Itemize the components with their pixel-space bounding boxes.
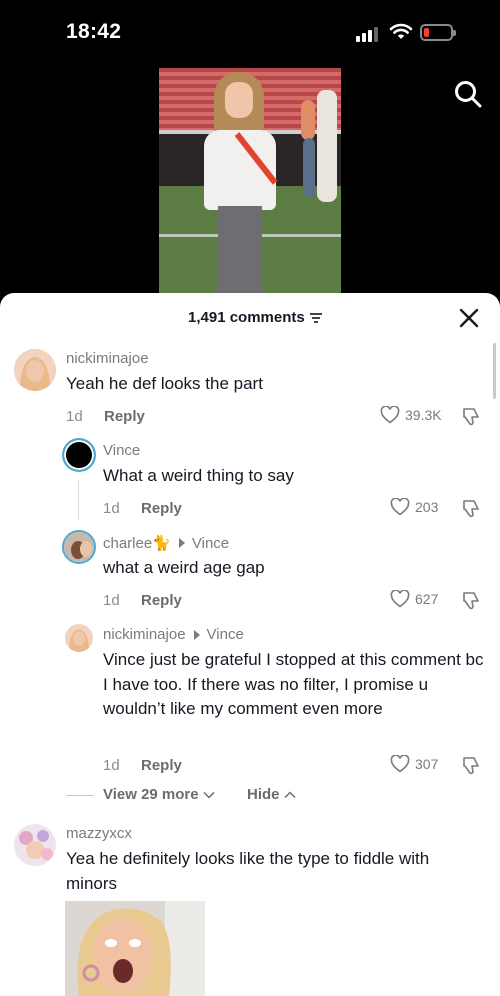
comment-username-label: nickiminajoe [103,626,186,643]
like-button[interactable]: 39.3K [380,406,442,424]
comment-username[interactable]: charlee🐈 Vince [103,534,229,553]
like-count: 203 [415,499,439,515]
comment-text: what a weird age gap [103,558,265,577]
reply-arrow-icon [178,538,185,548]
reply-arrow-icon [193,629,200,640]
divider [66,795,94,796]
view-more-label: View 29 more [103,786,199,803]
heart-icon [380,406,400,424]
dislike-icon[interactable] [460,591,482,611]
comment-username[interactable]: nickiminajoe Vince [103,626,244,643]
wifi-icon [389,23,413,39]
comment-item: nickiminajoe Yeah he def looks the part … [0,293,500,433]
status-time: 18:42 [66,20,122,43]
reply-button[interactable]: Reply [141,592,182,609]
heart-icon [390,590,410,608]
heart-icon [390,755,410,773]
hide-replies-button[interactable]: Hide [247,786,296,803]
avatar[interactable] [65,624,93,652]
avatar[interactable] [14,349,56,391]
comment-age: 1d [103,757,120,774]
avatar[interactable] [14,824,56,866]
view-more-replies-button[interactable]: View 29 more [103,786,215,803]
comment-username-label: charlee🐈 [103,535,171,552]
chevron-down-icon [203,791,215,799]
like-button[interactable]: 627 [390,590,438,608]
like-button[interactable]: 203 [390,498,438,516]
reply-to-username[interactable]: Vince [192,535,229,552]
comment-text: Yea he definitely looks like the type to… [66,849,430,893]
hide-label: Hide [247,786,280,803]
comment-username[interactable]: Vince [103,442,140,459]
cellular-signal-icon [356,26,380,42]
comment-username[interactable]: mazzyxcx [66,825,132,842]
like-count: 307 [415,756,439,772]
comment-age: 1d [103,500,120,517]
search-icon[interactable] [452,78,484,110]
comment-username[interactable]: nickiminajoe [66,350,149,367]
video-player[interactable] [159,68,341,294]
dislike-icon[interactable] [460,407,482,427]
reply-button[interactable]: Reply [104,408,145,425]
thread-line [78,480,79,520]
chevron-up-icon [283,790,296,798]
comment-gif-image[interactable] [65,901,205,996]
status-bar: 18:42 [0,0,500,66]
battery-icon [420,24,456,41]
dislike-icon[interactable] [460,756,482,776]
like-count: 627 [415,591,439,607]
dislike-icon[interactable] [460,499,482,519]
comment-text: Vince just be grateful I stopped at this… [103,650,484,718]
like-button[interactable]: 307 [390,755,438,773]
avatar[interactable] [62,438,96,472]
reply-button[interactable]: Reply [141,757,182,774]
comment-age: 1d [103,592,120,609]
like-count: 39.3K [405,407,442,423]
reply-to-username[interactable]: Vince [207,626,244,643]
comment-text: What a weird thing to say [103,466,294,485]
comment-age: 1d [66,408,83,425]
video-subject [204,72,278,294]
avatar[interactable] [62,530,96,564]
comments-sheet: 1,491 comments nickiminajoe Yeah he def … [0,293,500,996]
reply-button[interactable]: Reply [141,500,182,517]
heart-icon [390,498,410,516]
comment-text: Yeah he def looks the part [66,374,263,393]
